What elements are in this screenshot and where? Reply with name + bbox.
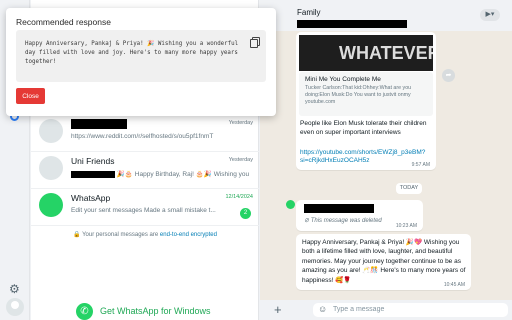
close-button[interactable]: Close [16,88,45,104]
message-input-placeholder: Type a message [333,306,385,313]
conversation-title: Family [297,8,321,17]
chat-last-message: https://www.reddit.com/r/selfhosted/s/ou… [71,133,214,140]
link-preview-title: Mini Me You Complete Me [305,76,381,83]
sender-name-redacted [304,204,374,213]
message-time: 9:57 AM [411,162,430,168]
chat-last-message-text: 🎉🎂 Happy Birthday, Raj! 🎂🎉 Wishing you [116,171,250,178]
profile-avatar[interactable] [6,298,24,316]
chat-name: Uni Friends [71,156,115,166]
conversation-header[interactable]: Family ▶▾ [260,0,512,31]
link-preview-image[interactable]: WHATEVER [299,35,433,71]
forward-icon[interactable]: ➦ [442,69,455,82]
encryption-link[interactable]: end-to-end encrypted [160,232,217,238]
message-time: 10:23 AM [395,223,417,229]
chat-row-uni-friends[interactable]: Uni Friends Yesterday 🎉🎂 Happy Birthday,… [31,152,259,189]
link-preview-description: Tucker Carlson:That kid:Ohhey:What are y… [305,85,412,106]
encryption-note-text: Your personal messages are [82,232,159,238]
chat-name-redacted [71,119,127,131]
chat-time: Yesterday [228,157,253,163]
message-text: People like Elon Musk tolerate their chi… [300,120,427,136]
attach-icon[interactable]: + [274,302,282,317]
link-preview[interactable]: Mini Me You Complete Me Tucker Carlson:T… [299,72,433,116]
message-time: 10:45 AM [443,282,465,288]
whatsapp-window: ⚙ Yesterday https://www.reddit.com/r/sel… [0,0,512,320]
deleted-message-label: This message was deleted [310,218,382,224]
message-text: Happy Anniversary, Pankaj & Priya! 🎉💖 Wi… [302,239,466,284]
chat-name: WhatsApp [71,193,111,203]
chat-row-1[interactable]: Yesterday https://www.reddit.com/r/selfh… [31,115,259,152]
copy-icon[interactable] [250,37,260,48]
chat-time: 12/14/2024 [225,194,253,200]
chat-time: Yesterday [228,120,253,126]
message-bubble-deleted: ⊘ This message was deleted 10:23 AM [296,200,423,231]
emoji-icon[interactable]: ☺ [318,304,327,314]
message-bubble-link: WHATEVER Mini Me You Complete Me Tucker … [296,32,436,170]
composer: + ☺ Type a message [260,300,512,320]
settings-icon[interactable]: ⚙ [9,282,20,296]
recommended-response-popup: Recommended response Happy Anniversary, … [6,8,276,116]
participants-redacted [297,20,407,28]
chat-row-whatsapp[interactable]: WhatsApp 12/14/2024 Edit your sent messa… [31,189,259,226]
unread-badge: 2 [240,208,251,219]
encryption-note: 🔒 Your personal messages are end-to-end … [73,232,217,238]
get-whatsapp-banner[interactable]: ✆ Get WhatsApp for Windows [76,302,211,320]
recommended-response-text[interactable]: Happy Anniversary, Pankaj & Priya! 🎉 Wis… [25,40,240,67]
whatsapp-logo-icon: ✆ [76,302,93,320]
whatsapp-logo-icon [39,193,63,217]
chat-last-message: 🎉🎂 Happy Birthday, Raj! 🎂🎉 Wishing you [71,170,251,178]
response-box: Happy Anniversary, Pankaj & Priya! 🎉 Wis… [16,30,266,82]
get-whatsapp-label: Get WhatsApp for Windows [100,306,211,316]
chat-last-message: Edit your sent messages Made a small mis… [71,207,216,214]
avatar [39,119,63,143]
conversation-pane: Family ▶▾ WHATEVER Mini Me You Complete … [260,0,512,320]
avatar [39,156,63,180]
deleted-message-text: ⊘ This message was deleted [304,218,382,224]
date-divider: TODAY [396,183,422,194]
popup-title: Recommended response [16,17,111,27]
video-call-icon[interactable]: ▶▾ [480,9,500,21]
sender-avatar [286,200,295,209]
message-bubble-anniversary: Happy Anniversary, Pankaj & Priya! 🎉💖 Wi… [296,234,471,290]
